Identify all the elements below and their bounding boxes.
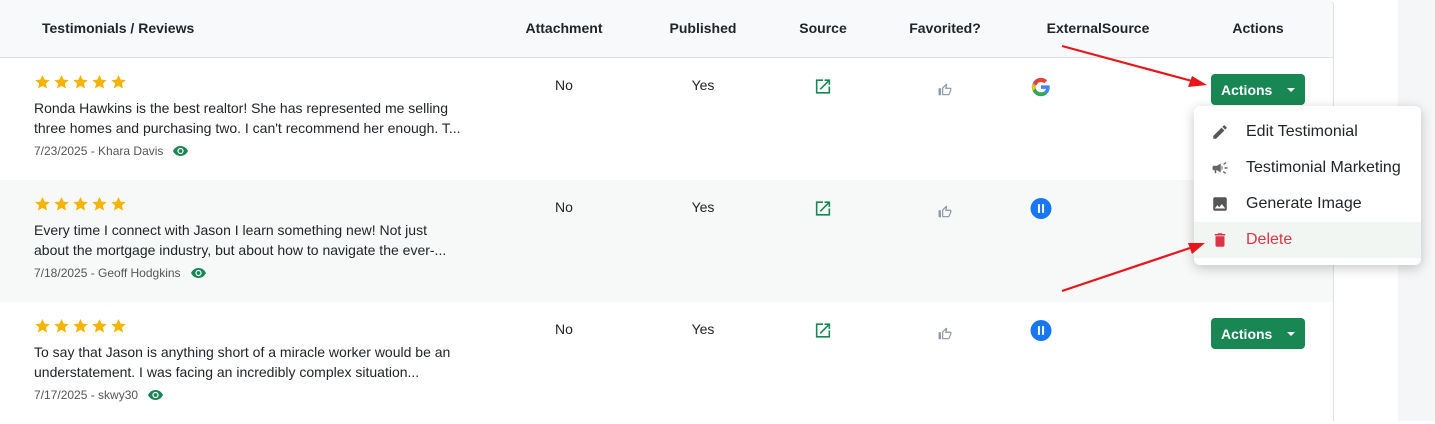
star-icon bbox=[73, 319, 88, 333]
actions-button-label: Actions bbox=[1221, 325, 1273, 342]
attachment-value: No bbox=[555, 199, 573, 215]
review-line: understatement. I was facing an incredib… bbox=[34, 364, 420, 380]
table-row: To say that Jason is anything short of a… bbox=[0, 302, 1333, 424]
caret-down-icon bbox=[1287, 87, 1296, 92]
menu-item-label: Edit Testimonial bbox=[1246, 123, 1358, 140]
table-header: Testimonials / Reviews Attachment Publis… bbox=[0, 0, 1333, 58]
star-rating bbox=[34, 74, 127, 90]
review-meta: 7/18/2025 - Geoff Hodgkins bbox=[34, 266, 206, 280]
testimonials-table: Testimonials / Reviews Attachment Publis… bbox=[0, 0, 1334, 421]
thumbs-up-icon[interactable] bbox=[938, 205, 952, 219]
published-value: Yes bbox=[691, 199, 715, 215]
header-reviews[interactable]: Testimonials / Reviews bbox=[42, 20, 194, 36]
menu-item-testimonial-marketing[interactable]: Testimonial Marketing bbox=[1194, 150, 1421, 186]
review-date-author: 7/23/2025 - Khara Davis bbox=[34, 144, 164, 158]
star-icon bbox=[54, 197, 69, 211]
actions-button[interactable]: Actions bbox=[1211, 318, 1305, 349]
eye-icon[interactable] bbox=[173, 146, 189, 156]
eye-icon[interactable] bbox=[148, 390, 164, 400]
star-icon bbox=[111, 75, 126, 89]
star-icon bbox=[111, 197, 126, 211]
pause-circle-icon bbox=[1030, 198, 1052, 219]
external-link-icon[interactable] bbox=[814, 77, 833, 96]
trash-icon bbox=[1214, 233, 1226, 247]
star-icon bbox=[111, 319, 126, 333]
image-icon bbox=[1213, 197, 1227, 211]
menu-item-delete[interactable]: Delete bbox=[1194, 222, 1421, 258]
megaphone-icon bbox=[1212, 162, 1228, 174]
pause-circle-icon bbox=[1030, 320, 1052, 341]
star-rating bbox=[34, 196, 127, 212]
review-text: Every time I connect with Jason I learn … bbox=[34, 220, 474, 260]
header-source[interactable]: Source bbox=[799, 20, 846, 36]
menu-item-generate-image[interactable]: Generate Image bbox=[1194, 186, 1421, 222]
review-line: about the mortgage industry, but about h… bbox=[34, 242, 447, 258]
eye-icon[interactable] bbox=[190, 268, 206, 278]
star-icon bbox=[73, 197, 88, 211]
star-rating bbox=[34, 318, 127, 334]
star-icon bbox=[35, 197, 50, 211]
review-meta: 7/17/2025 - skwy30 bbox=[34, 388, 164, 402]
star-icon bbox=[35, 75, 50, 89]
review-date-author: 7/17/2025 - skwy30 bbox=[34, 388, 139, 402]
review-text: To say that Jason is anything short of a… bbox=[34, 342, 474, 382]
menu-item-label: Delete bbox=[1246, 231, 1293, 248]
actions-dropdown-menu: Edit Testimonial Testimonial Marketing G… bbox=[1194, 106, 1421, 265]
external-link-icon[interactable] bbox=[814, 199, 833, 218]
attachment-value: No bbox=[555, 321, 573, 337]
review-line: three homes and purchasing two. I can't … bbox=[34, 120, 461, 136]
review-text: Ronda Hawkins is the best realtor! She h… bbox=[34, 98, 474, 138]
menu-item-label: Generate Image bbox=[1246, 195, 1362, 212]
star-icon bbox=[92, 75, 107, 89]
published-value: Yes bbox=[691, 321, 715, 337]
external-link-icon[interactable] bbox=[814, 321, 833, 340]
star-icon bbox=[92, 319, 107, 333]
review-line: Ronda Hawkins is the best realtor! She h… bbox=[34, 100, 448, 116]
star-icon bbox=[35, 319, 50, 333]
header-attachment[interactable]: Attachment bbox=[525, 20, 602, 36]
table-row: Every time I connect with Jason I learn … bbox=[0, 180, 1333, 302]
actions-button-label: Actions bbox=[1221, 81, 1273, 98]
published-value: Yes bbox=[691, 77, 715, 93]
header-published[interactable]: Published bbox=[670, 20, 737, 36]
header-favorited[interactable]: Favorited? bbox=[909, 20, 981, 36]
review-line: Every time I connect with Jason I learn … bbox=[34, 222, 427, 238]
menu-item-label: Testimonial Marketing bbox=[1246, 159, 1401, 176]
pencil-icon bbox=[1213, 125, 1227, 139]
caret-down-icon bbox=[1287, 331, 1296, 336]
header-external-source[interactable]: ExternalSource bbox=[1047, 20, 1150, 36]
star-icon bbox=[54, 319, 69, 333]
thumbs-up-icon[interactable] bbox=[938, 327, 952, 341]
attachment-value: No bbox=[555, 77, 573, 93]
menu-item-edit-testimonial[interactable]: Edit Testimonial bbox=[1194, 114, 1421, 150]
header-actions: Actions bbox=[1232, 20, 1284, 36]
review-date-author: 7/18/2025 - Geoff Hodgkins bbox=[34, 266, 181, 280]
table-row: Ronda Hawkins is the best realtor! She h… bbox=[0, 58, 1333, 180]
actions-button[interactable]: Actions bbox=[1211, 74, 1305, 105]
review-meta: 7/23/2025 - Khara Davis bbox=[34, 144, 189, 158]
thumbs-up-icon[interactable] bbox=[938, 83, 952, 97]
google-icon bbox=[1031, 77, 1050, 97]
star-icon bbox=[92, 197, 107, 211]
review-line: To say that Jason is anything short of a… bbox=[34, 344, 451, 360]
star-icon bbox=[54, 75, 69, 89]
star-icon bbox=[73, 75, 88, 89]
